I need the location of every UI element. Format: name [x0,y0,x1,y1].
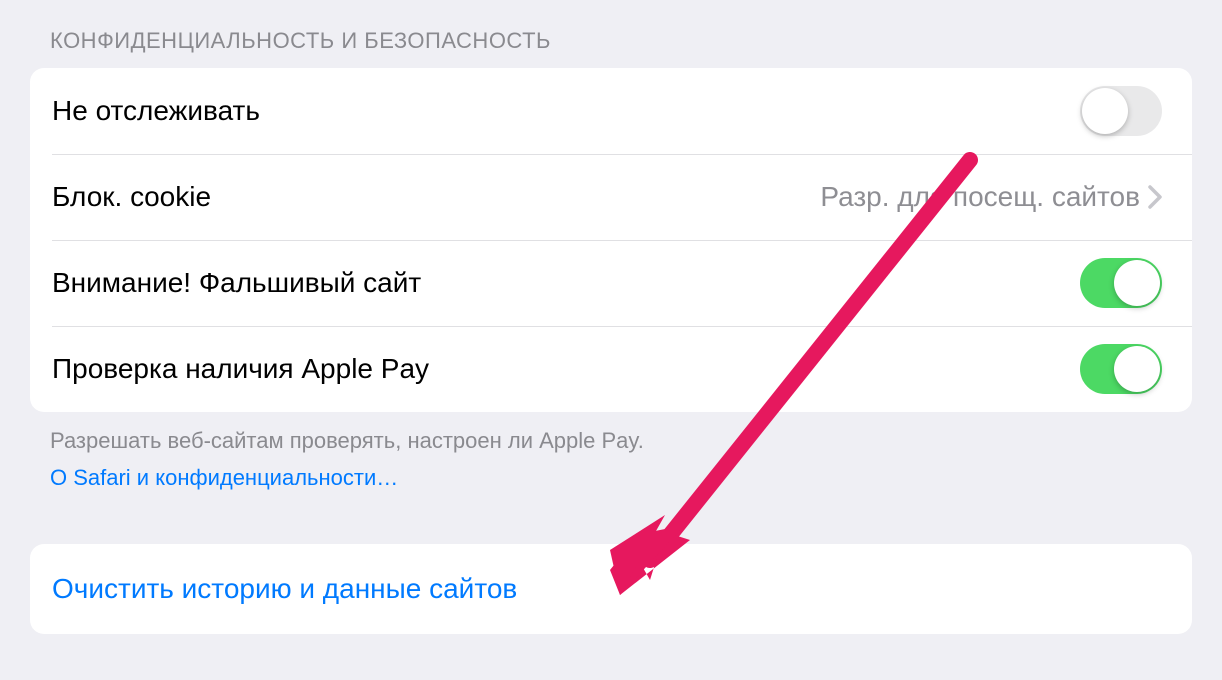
row-apple-pay-check[interactable]: Проверка наличия Apple Pay [30,326,1192,412]
clear-history-label: Очистить историю и данные сайтов [52,573,517,605]
privacy-link[interactable]: О Safari и конфиденциальности… [0,463,1222,494]
row-block-cookies[interactable]: Блок. cookie Разр. для посещ. сайтов [30,154,1192,240]
toggle-do-not-track[interactable] [1080,86,1162,136]
row-label-fraud-warning: Внимание! Фальшивый сайт [52,267,421,299]
chevron-right-icon [1148,185,1162,209]
row-do-not-track[interactable]: Не отслеживать [30,68,1192,154]
section-header-privacy: КОНФИДЕНЦИАЛЬНОСТЬ И БЕЗОПАСНОСТЬ [0,0,1222,68]
row-label-apple-pay-check: Проверка наличия Apple Pay [52,353,429,385]
row-label-do-not-track: Не отслеживать [52,95,260,127]
row-clear-history[interactable]: Очистить историю и данные сайтов [30,544,1192,634]
toggle-apple-pay-check[interactable] [1080,344,1162,394]
row-label-block-cookies: Блок. cookie [52,181,211,213]
privacy-settings-group: Не отслеживать Блок. cookie Разр. для по… [30,68,1192,412]
row-fraud-warning[interactable]: Внимание! Фальшивый сайт [30,240,1192,326]
row-value-block-cookies: Разр. для посещ. сайтов [820,181,1140,213]
toggle-fraud-warning[interactable] [1080,258,1162,308]
footer-description: Разрешать веб-сайтам проверять, настроен… [0,412,1222,463]
clear-data-group: Очистить историю и данные сайтов [30,544,1192,634]
